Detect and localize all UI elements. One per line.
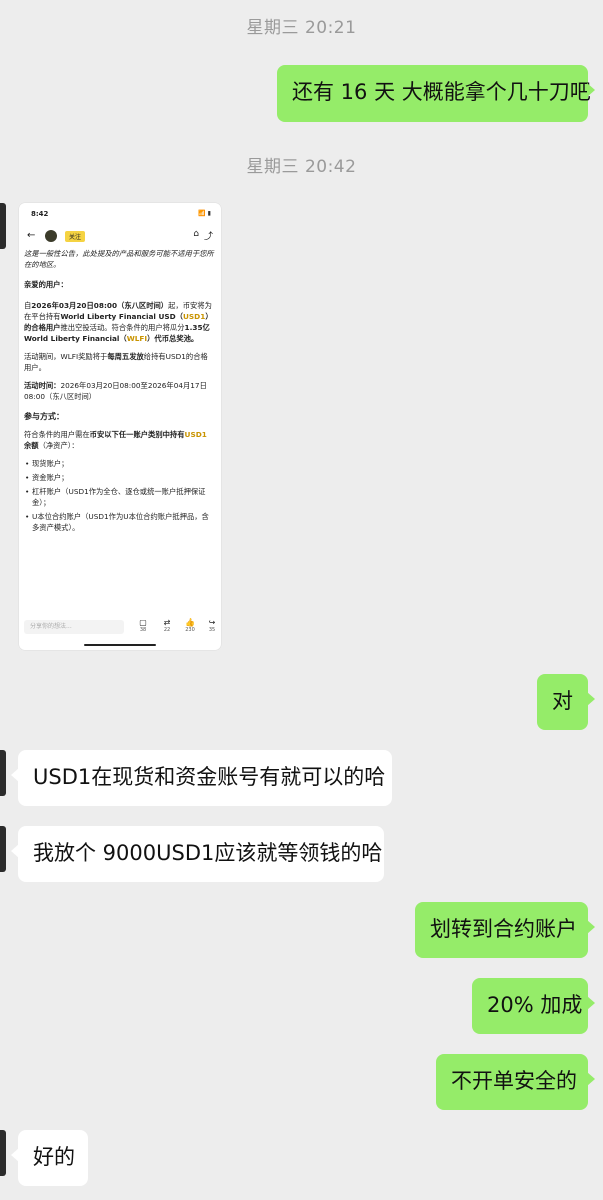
list-item: U本位合约账户（USD1作为U本位合约账户抵押品，含多资产模式）。 [25,511,214,533]
shared-screenshot-image[interactable]: 8:42 📶 ▮ ← 关注 ⌂ ⤴ 这是一般性公告，此处提及的产品和服务可能不适… [19,203,221,650]
share-icon: ↪ 35 [208,618,216,633]
announcement-body: 这是一般性公告，此处提及的产品和服务可能不适用于您所在的地区。 亲爱的用户： 自… [24,248,214,536]
signal-battery-icon: 📶 ▮ [198,210,211,217]
message-bubble-received[interactable]: USD1在现货和资金账号有就可以的哈 [11,750,392,806]
message-bubble-sent[interactable]: 对 [537,674,595,730]
home-icon: ⌂ [193,229,199,239]
avatar[interactable] [0,750,6,796]
eligibility-paragraph: 符合条件的用户需在币安以下任一账户类别中持有USD1余额（净资产）： [24,430,207,450]
repost-icon: ⇄ 22 [163,618,171,633]
time-paragraph: 活动时间：2026年03月20日08:00至2026年04月17日08:00（东… [24,381,207,401]
back-arrow-icon: ← [27,230,36,241]
account-list: 现货账户； 资金账户； 杠杆账户（USD1作为全仓、逐仓或统一账户抵押保证金）；… [24,458,214,533]
follow-button: 关注 [65,231,86,242]
message-bubble-received[interactable]: 好的 [11,1130,88,1186]
home-indicator [84,644,156,646]
section-title: 参与方式： [24,412,64,421]
share-icon: ⤴ [203,232,213,242]
card-footer: 分享你的想法... ▢ 38 ⇄ 22 👍 230 ↪ 35 [24,618,215,640]
avatar[interactable] [0,1130,6,1176]
message-bubble-sent[interactable]: 20% 加成 [472,978,595,1034]
list-item: 现货账户； [25,458,214,469]
comment-input: 分享你的想法... [24,620,124,634]
disclaimer-text: 这是一般性公告，此处提及的产品和服务可能不适用于您所在的地区。 [24,249,214,269]
list-item: 资金账户； [25,472,214,483]
comment-icon: ▢ 38 [139,618,147,633]
greeting-text: 亲爱的用户： [24,280,68,289]
avatar[interactable] [0,826,6,872]
reward-paragraph: 活动期间，WLFI奖励将于每周五发放给持有USD1的合格用户。 [24,352,208,372]
message-bubble-received[interactable]: 我放个 9000USD1应该就等领钱的哈 [11,826,384,882]
timestamp: 星期三 20:42 [246,157,357,177]
message-bubble-sent[interactable]: 还有 16 天 大概能拿个几十刀吧 [277,65,595,122]
message-bubble-sent[interactable]: 划转到合约账户 [415,902,595,958]
card-status-time: 8:42 [31,210,49,218]
message-bubble-sent[interactable]: 不开单安全的 [436,1054,595,1110]
like-icon: 👍 230 [185,618,195,633]
announcement-paragraph: 自2026年03月20日08:00（东八区时间）起，币安将为在平台持有World… [24,301,213,343]
avatar[interactable] [0,203,6,249]
avatar-logo [45,230,57,242]
timestamp: 星期三 20:21 [246,18,357,38]
card-status-bar: 8:42 📶 ▮ [31,209,211,221]
list-item: 杠杆账户（USD1作为全仓、逐仓或统一账户抵押保证金）； [25,486,214,508]
card-nav-bar: ← 关注 ⌂ ⤴ [27,229,213,245]
